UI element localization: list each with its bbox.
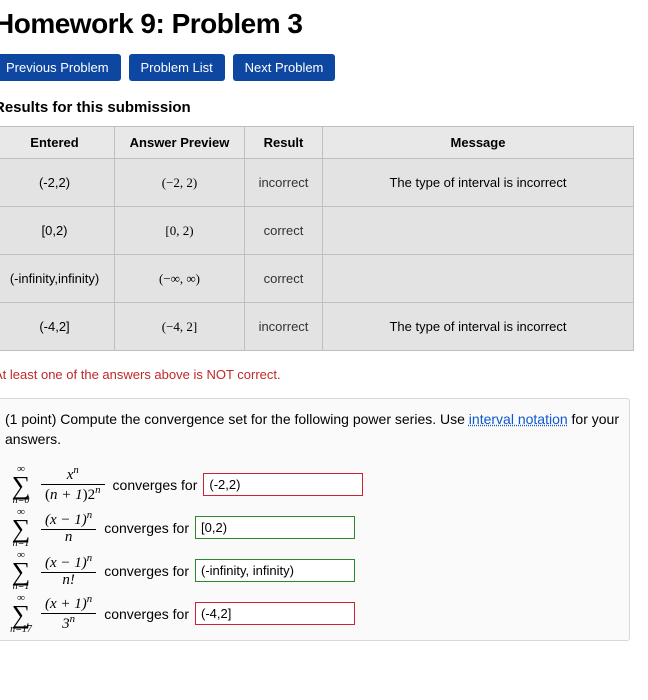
series-row: ∞∑n=0xn(n + 1)2nconverges for [5,464,619,506]
denominator: (n + 1)2n [41,485,105,504]
col-entered: Entered [0,127,115,159]
cell-preview: (−2, 2) [115,159,245,207]
sigma-lower: n=1 [5,582,37,592]
col-preview: Answer Preview [115,127,245,159]
sigma-icon: ∞∑n=1 [5,550,37,592]
denominator: n! [58,573,79,589]
cell-result: incorrect [245,159,323,207]
series-row: ∞∑n=1(x − 1)nn converges for [5,507,619,549]
cell-entered: (-infinity,infinity) [0,255,115,303]
warning-text: At least one of the answers above is NOT… [0,367,648,382]
cell-result: incorrect [245,303,323,351]
cell-entered: (-2,2) [0,159,115,207]
table-row: (-infinity,infinity)(−∞, ∞)correct [0,255,634,303]
answer-input[interactable] [195,602,355,625]
cell-entered: [0,2) [0,207,115,255]
problem-list-button[interactable]: Problem List [129,54,225,81]
next-problem-button[interactable]: Next Problem [233,54,336,81]
converges-label: converges for [104,563,189,579]
interval-notation-link[interactable]: interval notation [469,411,568,427]
answer-input[interactable] [203,473,363,496]
cell-message [323,207,634,255]
denominator: 3n [58,614,79,633]
nav-buttons: Previous Problem Problem List Next Probl… [0,54,648,81]
cell-preview: (−4, 2] [115,303,245,351]
numerator: (x + 1)n [41,594,96,613]
sigma-icon: ∞∑n=0 [5,464,37,506]
sigma-icon: ∞∑n=1 [5,507,37,549]
table-row: (-2,2)(−2, 2)incorrectThe type of interv… [0,159,634,207]
sigma-lower: n=17 [5,625,37,635]
table-row: (-4,2](−4, 2]incorrectThe type of interv… [0,303,634,351]
cell-preview: (−∞, ∞) [115,255,245,303]
problem-statement: (1 point) Compute the convergence set fo… [0,398,630,641]
results-heading: Results for this submission [0,99,648,116]
answer-input[interactable] [195,516,355,539]
cell-result: correct [245,207,323,255]
series-row: ∞∑n=17(x + 1)n3n converges for [5,593,619,635]
sigma-lower: n=1 [5,539,37,549]
fraction: xn(n + 1)2n [41,465,105,504]
cell-entered: (-4,2] [0,303,115,351]
cell-message [323,255,634,303]
prompt-lead: (1 point) Compute the convergence set fo… [5,411,469,427]
fraction: (x − 1)nn! [41,553,96,589]
prompt-text: (1 point) Compute the convergence set fo… [5,409,619,450]
sigma-lower: n=0 [5,496,37,506]
converges-label: converges for [104,606,189,622]
fraction: (x − 1)nn [41,510,96,546]
fraction: (x + 1)n3n [41,594,96,633]
previous-problem-button[interactable]: Previous Problem [0,54,121,81]
converges-label: converges for [113,477,198,493]
numerator: xn [63,465,83,484]
cell-message: The type of interval is incorrect [323,159,634,207]
answer-input[interactable] [195,559,355,582]
page-title: Homework 9: Problem 3 [0,8,648,40]
col-message: Message [323,127,634,159]
cell-result: correct [245,255,323,303]
cell-message: The type of interval is incorrect [323,303,634,351]
table-row: [0,2)[0, 2)correct [0,207,634,255]
series-row: ∞∑n=1(x − 1)nn! converges for [5,550,619,592]
cell-preview: [0, 2) [115,207,245,255]
numerator: (x − 1)n [41,510,96,529]
denominator: n [61,530,77,546]
numerator: (x − 1)n [41,553,96,572]
sigma-icon: ∞∑n=17 [5,593,37,635]
results-table: Entered Answer Preview Result Message (-… [0,126,634,351]
col-result: Result [245,127,323,159]
converges-label: converges for [104,520,189,536]
